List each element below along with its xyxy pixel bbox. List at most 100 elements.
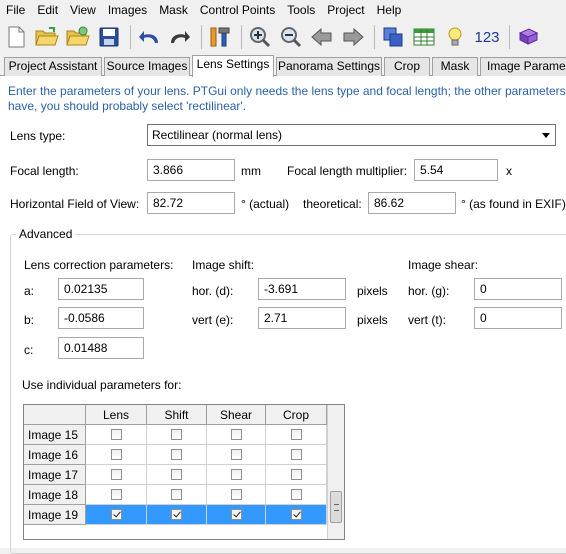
menu-images[interactable]: Images [102, 0, 153, 20]
shift-checkbox[interactable] [171, 509, 182, 520]
lens-checkbox[interactable] [110, 489, 122, 500]
hfov-unit: ° (actual) [241, 197, 290, 211]
image-shift-label: Image shift: [192, 258, 255, 272]
crop-checkbox[interactable] [290, 509, 302, 520]
shift-checkbox[interactable] [171, 489, 182, 500]
shift-vert-unit: pixels [357, 313, 388, 327]
tab-project-assistant[interactable]: Project Assistant [4, 57, 102, 76]
previous-icon[interactable] [308, 23, 336, 51]
menu-file[interactable]: File [0, 0, 31, 20]
grid-cell-shear [207, 425, 266, 445]
individual-params-label: Use individual parameters for: [22, 378, 182, 392]
param-c-input[interactable]: 0.01488 [58, 337, 144, 359]
shear-checkbox[interactable] [230, 449, 242, 460]
shear-vert-input[interactable]: 0 [474, 307, 562, 329]
shift-vert-input[interactable]: 2.71 [258, 307, 346, 329]
menu-mask[interactable]: Mask [153, 0, 194, 20]
tip-icon[interactable] [441, 23, 469, 51]
panorama-editor-icon[interactable] [379, 23, 407, 51]
zoom-in-icon[interactable] [246, 23, 274, 51]
intro-line-1: Enter the parameters of your lens. PTGui… [8, 84, 566, 98]
lens-checkbox[interactable] [110, 509, 122, 520]
scrollbar-thumb[interactable] [330, 491, 342, 523]
tab-image-parameters[interactable]: Image Paramet [480, 57, 566, 76]
shift-hor-label: hor. (d): [192, 284, 234, 298]
grid-cell-shear [207, 445, 266, 465]
grid-cell-shift [147, 485, 207, 505]
param-c-label: c: [24, 343, 34, 357]
redo-icon[interactable] [166, 23, 194, 51]
shear-checkbox[interactable] [230, 489, 242, 500]
crop-checkbox[interactable] [290, 449, 302, 460]
grid-header-shear[interactable]: Shear [207, 405, 266, 425]
crop-checkbox[interactable] [290, 469, 302, 480]
new-file-icon[interactable] [2, 23, 30, 51]
focal-multiplier-input[interactable]: 5.54 [414, 159, 498, 181]
grid-header-shift[interactable]: Shift [147, 405, 207, 425]
crop-checkbox[interactable] [290, 489, 302, 500]
grid-cell-lens [86, 425, 147, 445]
grid-row-header[interactable]: Image 16 [24, 445, 86, 465]
grid-row-header[interactable]: Image 17 [24, 465, 86, 485]
menu-edit[interactable]: Edit [31, 0, 64, 20]
crop-checkbox[interactable] [290, 429, 302, 440]
grid-row-header[interactable]: Image 18 [24, 485, 86, 505]
tab-source-images[interactable]: Source Images [104, 57, 190, 76]
menu-tools[interactable]: Tools [281, 0, 321, 20]
focal-multiplier-label: Focal length multiplier: [287, 164, 408, 178]
batch-icon[interactable] [514, 23, 542, 51]
grid-cell-crop [266, 505, 327, 525]
open-recent-icon[interactable] [64, 23, 92, 51]
grid-cell-lens [86, 465, 147, 485]
shear-hor-label: hor. (g): [408, 284, 450, 298]
shear-checkbox[interactable] [230, 469, 242, 480]
toolbar: 123 [0, 22, 566, 52]
grid-row-header[interactable]: Image 19 [24, 505, 86, 525]
lens-settings-panel: Enter the parameters of your lens. PTGui… [0, 76, 566, 554]
lens-type-select[interactable]: Rectilinear (normal lens) [147, 124, 556, 146]
tools-icon[interactable] [206, 23, 234, 51]
numbers-icon[interactable]: 123 [472, 23, 502, 51]
focal-length-label: Focal length: [10, 164, 79, 178]
menu-view[interactable]: View [64, 0, 102, 20]
theoretical-label: theoretical: [303, 197, 362, 211]
shear-vert-label: vert (t): [408, 313, 446, 327]
theoretical-input[interactable]: 86.62 [368, 192, 456, 214]
focal-length-unit: mm [241, 164, 261, 178]
grid-header-crop[interactable]: Crop [266, 405, 327, 425]
grid-scrollbar[interactable] [327, 405, 344, 539]
focal-multiplier-unit: x [506, 164, 512, 178]
lens-checkbox[interactable] [110, 469, 122, 480]
table-icon[interactable] [410, 23, 438, 51]
grid-header-lens[interactable]: Lens [86, 405, 147, 425]
undo-icon[interactable] [135, 23, 163, 51]
param-a-input[interactable]: 0.02135 [58, 278, 144, 300]
tab-panorama-settings[interactable]: Panorama Settings [276, 57, 382, 76]
param-b-input[interactable]: -0.0586 [58, 307, 144, 329]
shear-checkbox[interactable] [230, 509, 242, 520]
zoom-out-icon[interactable] [277, 23, 305, 51]
open-folder-icon[interactable] [33, 23, 61, 51]
shift-hor-input[interactable]: -3.691 [258, 278, 346, 300]
shear-checkbox[interactable] [230, 429, 242, 440]
menu-project[interactable]: Project [321, 0, 370, 20]
grid-cell-shift [147, 465, 207, 485]
shift-checkbox[interactable] [171, 469, 182, 480]
focal-length-input[interactable]: 3.866 [147, 159, 235, 181]
shift-checkbox[interactable] [171, 429, 182, 440]
shift-checkbox[interactable] [171, 449, 182, 460]
lens-checkbox[interactable] [110, 429, 122, 440]
tab-mask[interactable]: Mask [432, 57, 478, 76]
save-icon[interactable] [95, 23, 123, 51]
hfov-input[interactable]: 82.72 [147, 192, 235, 214]
toolbar-separator [201, 25, 202, 49]
grid-cell-shift [147, 425, 207, 445]
tab-crop[interactable]: Crop [384, 57, 430, 76]
next-icon[interactable] [339, 23, 367, 51]
tab-lens-settings[interactable]: Lens Settings [192, 55, 274, 77]
lens-checkbox[interactable] [110, 449, 122, 460]
menu-help[interactable]: Help [371, 0, 408, 20]
menu-control-points[interactable]: Control Points [194, 0, 281, 20]
grid-row-header[interactable]: Image 15 [24, 425, 86, 445]
shear-hor-input[interactable]: 0 [474, 278, 562, 300]
